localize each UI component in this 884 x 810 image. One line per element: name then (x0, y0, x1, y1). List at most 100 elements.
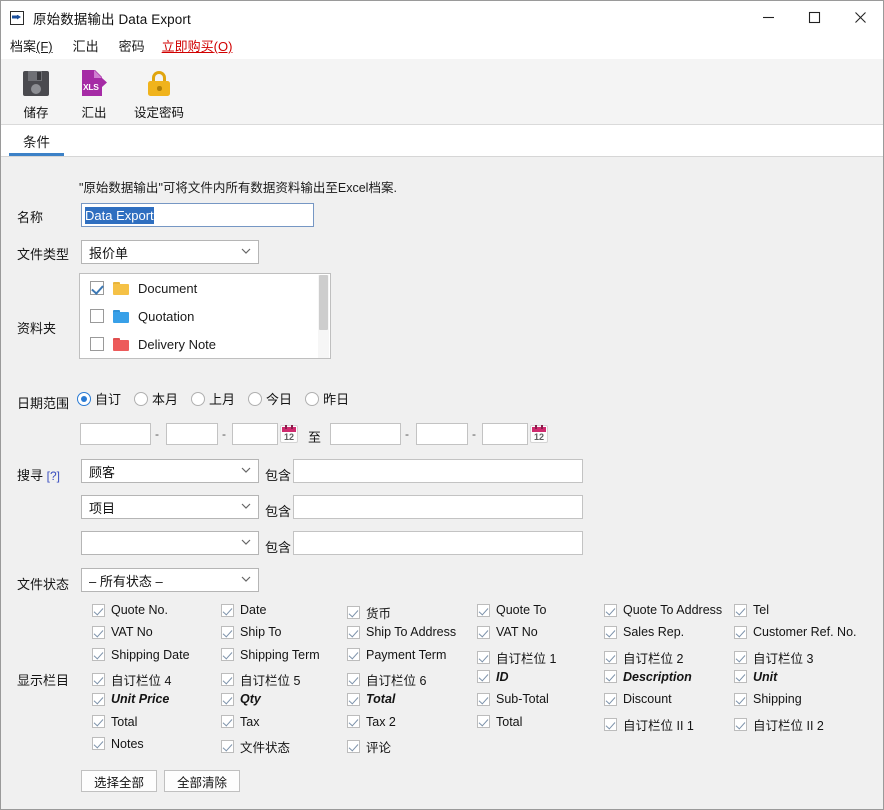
column-checkbox[interactable] (92, 648, 105, 662)
search-value-input-3[interactable] (293, 531, 583, 555)
radio-today[interactable]: 今日 (248, 389, 298, 408)
menu-item-password[interactable]: 密码 (119, 34, 145, 59)
column-checkbox[interactable] (92, 715, 105, 728)
column-checkbox-item[interactable]: Tel (734, 603, 769, 617)
column-checkbox-item[interactable]: 文件状态 (221, 737, 290, 756)
column-checkbox[interactable] (347, 648, 360, 662)
column-checkbox-item[interactable]: Shipping Term (221, 648, 320, 662)
column-checkbox-item[interactable]: VAT No (92, 625, 153, 639)
column-checkbox-item[interactable]: Quote To (477, 603, 547, 617)
column-checkbox-item[interactable]: Quote To Address (604, 603, 722, 617)
menu-item-file[interactable]: 档案(F) (10, 34, 53, 59)
select-all-button[interactable]: 选择全部 (81, 770, 157, 792)
column-checkbox-item[interactable]: Customer Ref. No. (734, 625, 857, 639)
calendar-icon[interactable]: 12 (280, 425, 298, 443)
search-field-select-2[interactable]: 项目 (81, 495, 259, 519)
column-checkbox[interactable] (477, 650, 490, 664)
maximize-button[interactable] (791, 1, 837, 33)
date-until-year-input[interactable] (330, 423, 401, 445)
column-checkbox-item[interactable]: 货币 (347, 603, 391, 622)
column-checkbox-item[interactable]: 自订栏位 II 2 (734, 715, 824, 734)
column-checkbox-item[interactable]: Quote No. (92, 603, 168, 617)
date-from-day-input[interactable] (232, 423, 278, 445)
list-item[interactable]: Document (80, 274, 330, 302)
column-checkbox[interactable] (92, 603, 105, 617)
date-until-month-input[interactable] (416, 423, 468, 445)
set-password-button[interactable]: 设定密码 (123, 64, 195, 121)
column-checkbox-item[interactable]: Unit (734, 670, 777, 684)
search-value-input-2[interactable] (293, 495, 583, 519)
column-checkbox-item[interactable]: 自订栏位 6 (347, 670, 426, 689)
column-checkbox[interactable] (92, 737, 105, 751)
column-checkbox[interactable] (92, 692, 105, 706)
column-checkbox-item[interactable]: Sales Rep. (604, 625, 684, 639)
column-checkbox-item[interactable]: Total (347, 692, 395, 706)
column-checkbox[interactable] (477, 692, 490, 706)
column-checkbox[interactable] (477, 670, 490, 684)
folder-list-scrollbar[interactable] (318, 275, 329, 358)
export-button[interactable]: XLS 汇出 (65, 64, 123, 121)
column-checkbox[interactable] (347, 739, 360, 753)
name-input[interactable]: Data Export (81, 203, 314, 227)
column-checkbox-item[interactable]: Tax (221, 715, 259, 729)
column-checkbox-item[interactable]: Sub-Total (477, 692, 549, 706)
column-checkbox[interactable] (221, 603, 234, 617)
column-checkbox[interactable] (477, 625, 490, 639)
list-item[interactable]: Quotation (80, 302, 330, 330)
search-value-input-1[interactable] (293, 459, 583, 483)
list-item[interactable] (80, 358, 330, 359)
column-checkbox-item[interactable]: Payment Term (347, 648, 446, 662)
column-checkbox[interactable] (734, 717, 747, 731)
search-field-select-1[interactable]: 顾客 (81, 459, 259, 483)
column-checkbox[interactable] (604, 670, 617, 684)
column-checkbox[interactable] (347, 692, 360, 706)
column-checkbox[interactable] (221, 715, 234, 728)
column-checkbox[interactable] (734, 670, 747, 684)
column-checkbox[interactable] (347, 672, 360, 686)
column-checkbox-item[interactable]: 自订栏位 II 1 (604, 715, 694, 734)
column-checkbox[interactable] (604, 717, 617, 731)
column-checkbox[interactable] (734, 650, 747, 664)
menu-item-export[interactable]: 汇出 (73, 34, 99, 59)
date-from-year-input[interactable] (80, 423, 151, 445)
column-checkbox-item[interactable]: 自订栏位 4 (92, 670, 171, 689)
column-checkbox-item[interactable]: Notes (92, 737, 144, 751)
search-help-link[interactable]: [?] (47, 469, 60, 483)
date-from-month-input[interactable] (166, 423, 218, 445)
minimize-button[interactable] (745, 1, 791, 33)
search-field-select-3[interactable] (81, 531, 259, 555)
radio-yesterday[interactable]: 昨日 (305, 389, 355, 408)
filetype-select[interactable]: 报价单 (81, 240, 259, 264)
column-checkbox-item[interactable]: Discount (604, 692, 672, 706)
column-checkbox[interactable] (734, 692, 747, 706)
column-checkbox-item[interactable]: Shipping Date (92, 648, 190, 662)
folder-list[interactable]: Document Quotation Delivery Note (79, 273, 331, 359)
folder-checkbox[interactable] (90, 309, 104, 323)
column-checkbox-item[interactable]: Total (92, 715, 137, 729)
column-checkbox-item[interactable]: Ship To Address (347, 625, 456, 639)
date-until-day-input[interactable] (482, 423, 528, 445)
radio-this-month[interactable]: 本月 (134, 389, 184, 408)
column-checkbox-item[interactable]: Tax 2 (347, 715, 396, 729)
column-checkbox[interactable] (604, 692, 617, 706)
column-checkbox-item[interactable]: 自订栏位 2 (604, 648, 683, 667)
column-checkbox[interactable] (347, 625, 360, 639)
close-button[interactable] (837, 1, 883, 33)
calendar-icon[interactable]: 12 (530, 425, 548, 443)
column-checkbox-item[interactable]: VAT No (477, 625, 538, 639)
clear-all-button[interactable]: 全部清除 (164, 770, 240, 792)
file-status-select[interactable]: – 所有状态 – (81, 568, 259, 592)
column-checkbox-item[interactable]: Date (221, 603, 266, 617)
column-checkbox[interactable] (604, 625, 617, 639)
column-checkbox-item[interactable]: 自订栏位 5 (221, 670, 300, 689)
column-checkbox-item[interactable]: ID (477, 670, 509, 684)
column-checkbox[interactable] (221, 739, 234, 753)
column-checkbox-item[interactable]: 评论 (347, 737, 391, 756)
column-checkbox-item[interactable]: 自订栏位 3 (734, 648, 813, 667)
column-checkbox[interactable] (604, 650, 617, 664)
column-checkbox[interactable] (734, 603, 747, 617)
column-checkbox-item[interactable]: Qty (221, 692, 261, 706)
column-checkbox-item[interactable]: Total (477, 715, 522, 729)
column-checkbox[interactable] (347, 606, 360, 619)
column-checkbox-item[interactable]: Shipping (734, 692, 802, 706)
